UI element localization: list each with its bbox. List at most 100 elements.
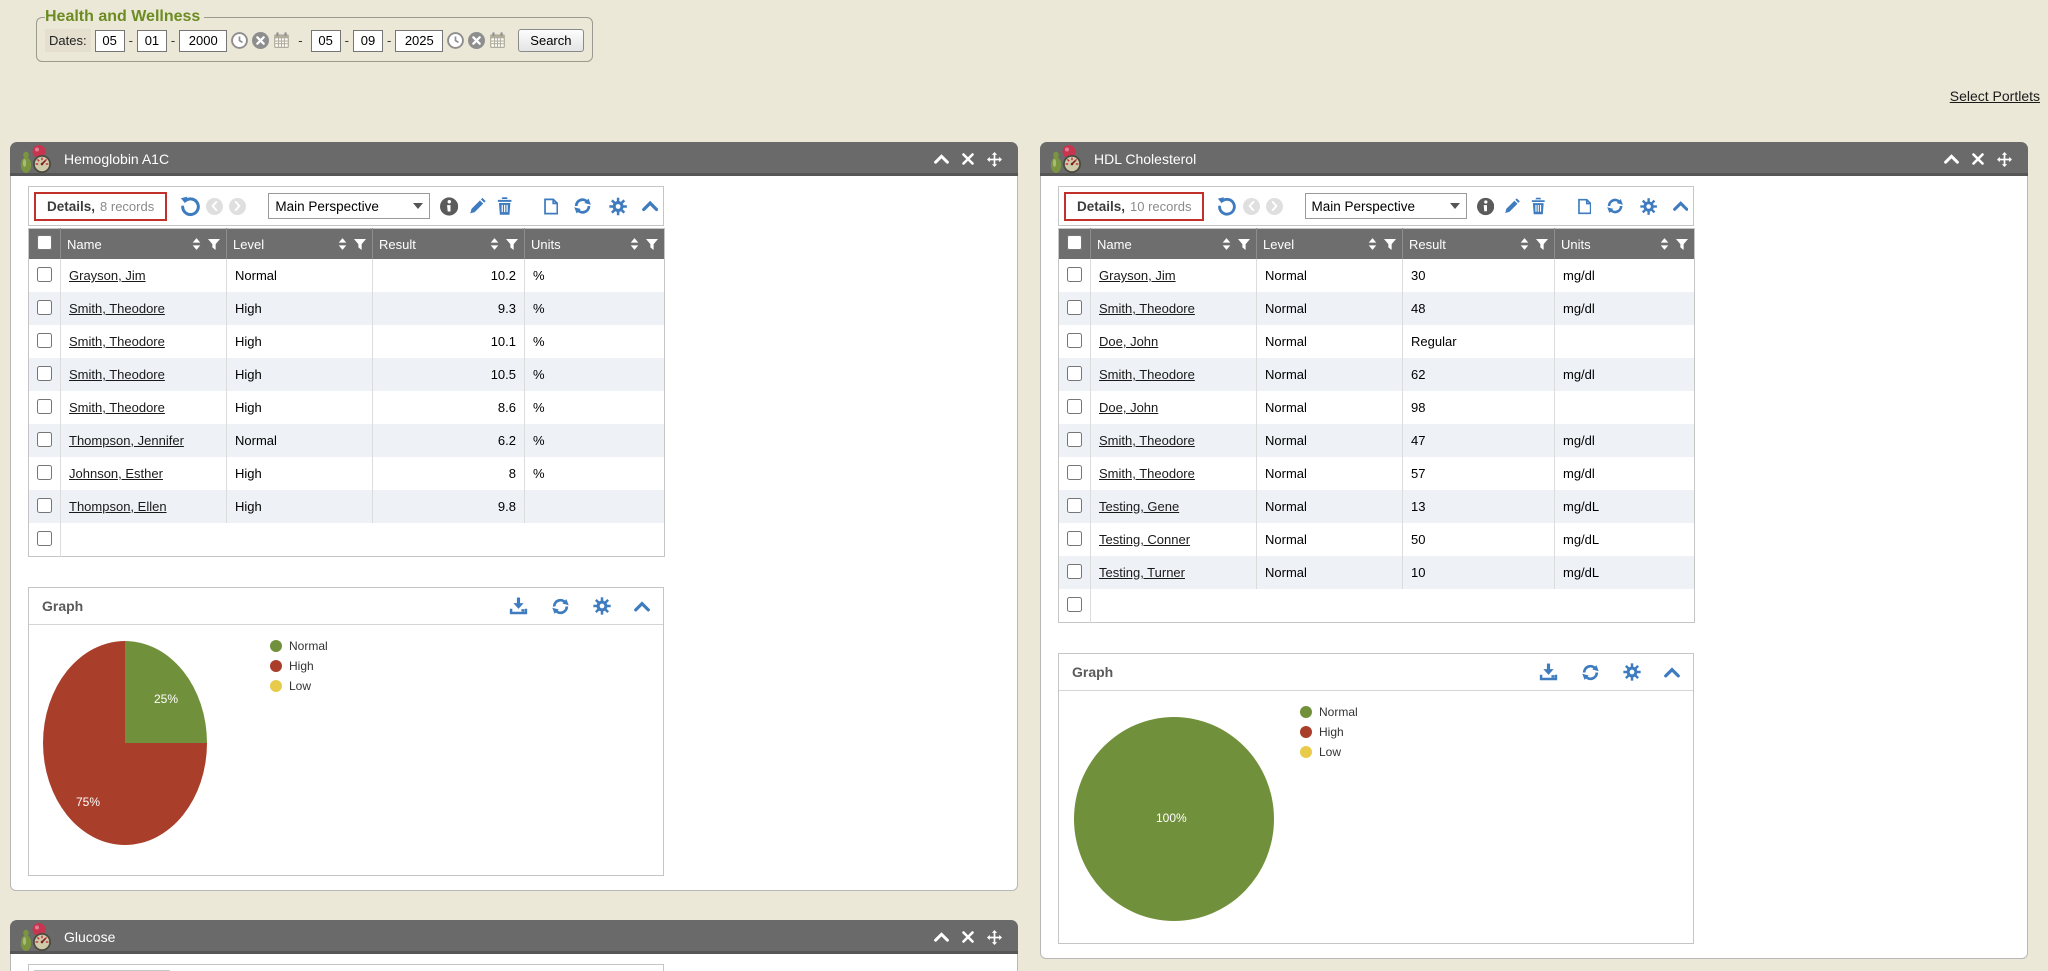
patient-name-link[interactable]: Testing, Conner: [1099, 532, 1190, 547]
from-year-input[interactable]: [179, 30, 227, 52]
row-checkbox[interactable]: [1067, 432, 1082, 447]
patient-name-link[interactable]: Doe, John: [1099, 334, 1158, 349]
settings-gear-icon[interactable]: [1623, 663, 1641, 681]
select-all-checkbox[interactable]: [37, 235, 52, 250]
column-header-units[interactable]: Units: [525, 229, 665, 260]
row-checkbox[interactable]: [1067, 399, 1082, 414]
filter-funnel-icon[interactable]: [208, 239, 220, 250]
patient-name-link[interactable]: Johnson, Esther: [69, 466, 163, 481]
close-portlet-icon[interactable]: [962, 931, 974, 943]
sort-icon[interactable]: [1222, 238, 1231, 250]
patient-name-link[interactable]: Smith, Theodore: [1099, 367, 1195, 382]
row-checkbox[interactable]: [1067, 366, 1082, 381]
row-checkbox[interactable]: [37, 465, 52, 480]
collapse-section-icon[interactable]: [634, 601, 650, 612]
new-document-icon[interactable]: [1578, 198, 1592, 215]
patient-name-link[interactable]: Doe, John: [1099, 400, 1158, 415]
previous-page-icon[interactable]: [1243, 198, 1260, 215]
row-checkbox[interactable]: [1067, 333, 1082, 348]
to-clear-icon[interactable]: [468, 32, 485, 49]
sort-icon[interactable]: [1520, 238, 1529, 250]
refresh-icon[interactable]: [573, 196, 592, 216]
patient-name-link[interactable]: Testing, Gene: [1099, 499, 1179, 514]
filter-funnel-icon[interactable]: [1536, 239, 1548, 250]
move-portlet-icon[interactable]: [1997, 152, 2012, 167]
undo-icon[interactable]: [180, 196, 200, 217]
collapse-section-icon[interactable]: [1664, 667, 1680, 678]
delete-icon[interactable]: [1531, 197, 1546, 215]
filter-funnel-icon[interactable]: [1238, 239, 1250, 250]
filter-funnel-icon[interactable]: [1676, 239, 1688, 250]
patient-name-link[interactable]: Grayson, Jim: [69, 268, 146, 283]
patient-name-link[interactable]: Thompson, Ellen: [69, 499, 167, 514]
row-checkbox[interactable]: [37, 267, 52, 282]
edit-icon[interactable]: [1504, 197, 1520, 215]
column-header-result[interactable]: Result: [1403, 229, 1555, 260]
download-icon[interactable]: [1539, 663, 1558, 681]
new-document-icon[interactable]: [544, 198, 558, 215]
close-portlet-icon[interactable]: [1972, 153, 1984, 165]
collapse-portlet-icon[interactable]: [934, 154, 949, 164]
row-checkbox[interactable]: [1067, 498, 1082, 513]
portlet-header[interactable]: Hemoglobin A1C: [10, 142, 1018, 176]
column-header-units[interactable]: Units: [1555, 229, 1695, 260]
from-day-input[interactable]: [137, 30, 167, 52]
sort-icon[interactable]: [192, 238, 201, 250]
column-header-name[interactable]: Name: [61, 229, 227, 260]
row-checkbox[interactable]: [1067, 597, 1082, 612]
column-header-result[interactable]: Result: [373, 229, 525, 260]
patient-name-link[interactable]: Smith, Theodore: [1099, 466, 1195, 481]
row-checkbox[interactable]: [1067, 531, 1082, 546]
row-checkbox[interactable]: [37, 399, 52, 414]
settings-gear-icon[interactable]: [609, 197, 627, 216]
perspective-select[interactable]: Main Perspective: [1305, 193, 1467, 219]
row-checkbox[interactable]: [37, 498, 52, 513]
row-checkbox[interactable]: [37, 333, 52, 348]
to-month-input[interactable]: [311, 30, 341, 52]
row-checkbox[interactable]: [1067, 300, 1082, 315]
sort-icon[interactable]: [490, 238, 499, 250]
column-header-name[interactable]: Name: [1091, 229, 1257, 260]
to-year-input[interactable]: [395, 30, 443, 52]
collapse-section-icon[interactable]: [1673, 200, 1688, 212]
move-portlet-icon[interactable]: [987, 152, 1002, 167]
row-checkbox[interactable]: [37, 366, 52, 381]
collapse-portlet-icon[interactable]: [934, 932, 949, 942]
patient-name-link[interactable]: Smith, Theodore: [69, 400, 165, 415]
row-checkbox[interactable]: [37, 531, 52, 546]
from-month-input[interactable]: [95, 30, 125, 52]
next-page-icon[interactable]: [1266, 198, 1283, 215]
undo-icon[interactable]: [1217, 196, 1236, 217]
to-time-icon[interactable]: [447, 32, 464, 49]
settings-gear-icon[interactable]: [593, 597, 611, 615]
info-icon[interactable]: [440, 197, 458, 216]
from-calendar-icon[interactable]: [273, 32, 290, 49]
filter-funnel-icon[interactable]: [646, 239, 658, 250]
delete-icon[interactable]: [497, 197, 512, 215]
from-time-icon[interactable]: [231, 32, 248, 49]
sort-icon[interactable]: [630, 238, 639, 250]
patient-name-link[interactable]: Smith, Theodore: [69, 367, 165, 382]
patient-name-link[interactable]: Thompson, Jennifer: [69, 433, 184, 448]
from-clear-icon[interactable]: [252, 32, 269, 49]
sort-icon[interactable]: [338, 238, 347, 250]
patient-name-link[interactable]: Testing, Turner: [1099, 565, 1185, 580]
search-button[interactable]: Search: [518, 29, 583, 52]
row-checkbox[interactable]: [37, 432, 52, 447]
filter-funnel-icon[interactable]: [1384, 239, 1396, 250]
collapse-section-icon[interactable]: [642, 200, 658, 212]
refresh-icon[interactable]: [1581, 663, 1600, 682]
move-portlet-icon[interactable]: [987, 930, 1002, 945]
refresh-icon[interactable]: [551, 597, 570, 616]
settings-gear-icon[interactable]: [1640, 197, 1657, 216]
row-checkbox[interactable]: [1067, 564, 1082, 579]
filter-funnel-icon[interactable]: [506, 239, 518, 250]
close-portlet-icon[interactable]: [962, 153, 974, 165]
sort-icon[interactable]: [1368, 238, 1377, 250]
to-day-input[interactable]: [353, 30, 383, 52]
row-checkbox[interactable]: [1067, 465, 1082, 480]
patient-name-link[interactable]: Smith, Theodore: [69, 334, 165, 349]
portlet-header[interactable]: Glucose: [10, 920, 1018, 954]
patient-name-link[interactable]: Smith, Theodore: [1099, 433, 1195, 448]
patient-name-link[interactable]: Grayson, Jim: [1099, 268, 1176, 283]
